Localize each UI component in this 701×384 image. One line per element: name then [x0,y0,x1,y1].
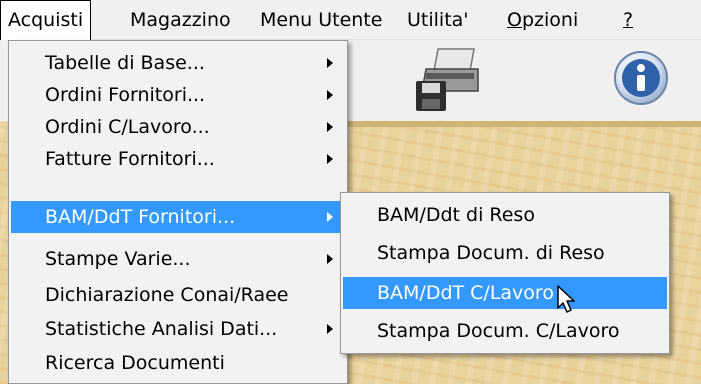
desktop-band [346,121,701,127]
menu-item-statistiche-analisi-dati[interactable]: Statistiche Analisi Dati... [11,313,345,345]
menu-item-label: Ordini C/Lavoro... [45,116,210,138]
menu-item-label: BAM/DdT Fornitori... [45,206,236,228]
submenu-arrow-icon [327,122,333,132]
menu-item-tabelle-di-base[interactable]: Tabelle di Base... [11,47,345,79]
menu-item-ordini-fornitori[interactable]: Ordini Fornitori... [11,79,345,111]
submenu-arrow-icon [327,254,333,264]
menu-item-label: Stampa Docum. di Reso [377,242,605,264]
menubar-magazzino[interactable]: Magazzino [122,0,239,40]
menu-item-label: BAM/Ddt di Reso [377,204,535,226]
menu-item-label: Fatture Fornitori... [45,148,215,170]
opzioni-mnemonic: O [507,9,522,31]
menu-item-label: Stampe Varie... [45,248,191,270]
acquisti-menu: Tabelle di Base... Ordini Fornitori... O… [8,40,348,384]
menu-item-ordini-clavoro[interactable]: Ordini C/Lavoro... [11,111,345,143]
submenu-item-bam-ddt-clavoro[interactable]: BAM/DdT C/Lavoro [343,277,667,309]
menu-item-label: Ricerca Documenti [45,352,225,374]
menubar: Acquisti Magazzino Menu Utente Utilita' … [0,0,701,40]
menu-item-stampe-varie[interactable]: Stampe Varie... [11,243,345,275]
submenu-arrow-icon [327,90,333,100]
submenu-arrow-icon [327,212,333,222]
submenu-item-bam-ddt-di-reso[interactable]: BAM/Ddt di Reso [343,199,667,231]
submenu-arrow-icon [327,324,333,334]
printer-icon[interactable] [412,47,486,113]
menubar-opzioni-label: pzioni [521,9,579,31]
menubar-acquisti[interactable]: Acquisti [0,0,92,40]
menu-item-dichiarazione-conai-raee[interactable]: Dichiarazione Conai/Raee [11,279,345,311]
menubar-help[interactable]: ? [615,0,641,40]
menu-item-label: Stampa Docum. C/Lavoro [377,320,620,342]
submenu-item-stampa-docum-clavoro[interactable]: Stampa Docum. C/Lavoro [343,315,667,347]
menubar-magazzino-label: Magazzino [130,9,231,31]
menu-item-label: Ordini Fornitori... [45,84,206,106]
submenu-arrow-icon [327,58,333,68]
menubar-acquisti-label: Acquisti [8,9,84,31]
menubar-menu-utente[interactable]: Menu Utente [252,0,390,40]
menubar-help-label: ? [623,9,634,31]
bam-ddt-submenu: BAM/Ddt di Reso Stampa Docum. di Reso BA… [340,192,670,354]
submenu-item-stampa-docum-di-reso[interactable]: Stampa Docum. di Reso [343,237,667,269]
mouse-cursor-icon [557,285,575,313]
menu-item-label: Statistiche Analisi Dati... [45,318,278,340]
menu-item-ricerca-documenti[interactable]: Ricerca Documenti [11,347,345,379]
menubar-utilita[interactable]: Utilita' [399,0,477,40]
submenu-arrow-icon [327,154,333,164]
menubar-menu-utente-label: Menu Utente [260,9,383,31]
menu-item-fatture-fornitori[interactable]: Fatture Fornitori... [11,143,345,175]
info-icon[interactable] [610,47,672,109]
menu-item-label: Tabelle di Base... [45,52,205,74]
menubar-opzioni[interactable]: Opzioni [499,0,586,40]
menu-item-bam-ddt-fornitori[interactable]: BAM/DdT Fornitori... [11,201,345,233]
menu-item-label: Dichiarazione Conai/Raee [45,284,289,306]
menubar-utilita-label: Utilita' [407,9,469,31]
menu-item-label: BAM/DdT C/Lavoro [377,282,554,304]
